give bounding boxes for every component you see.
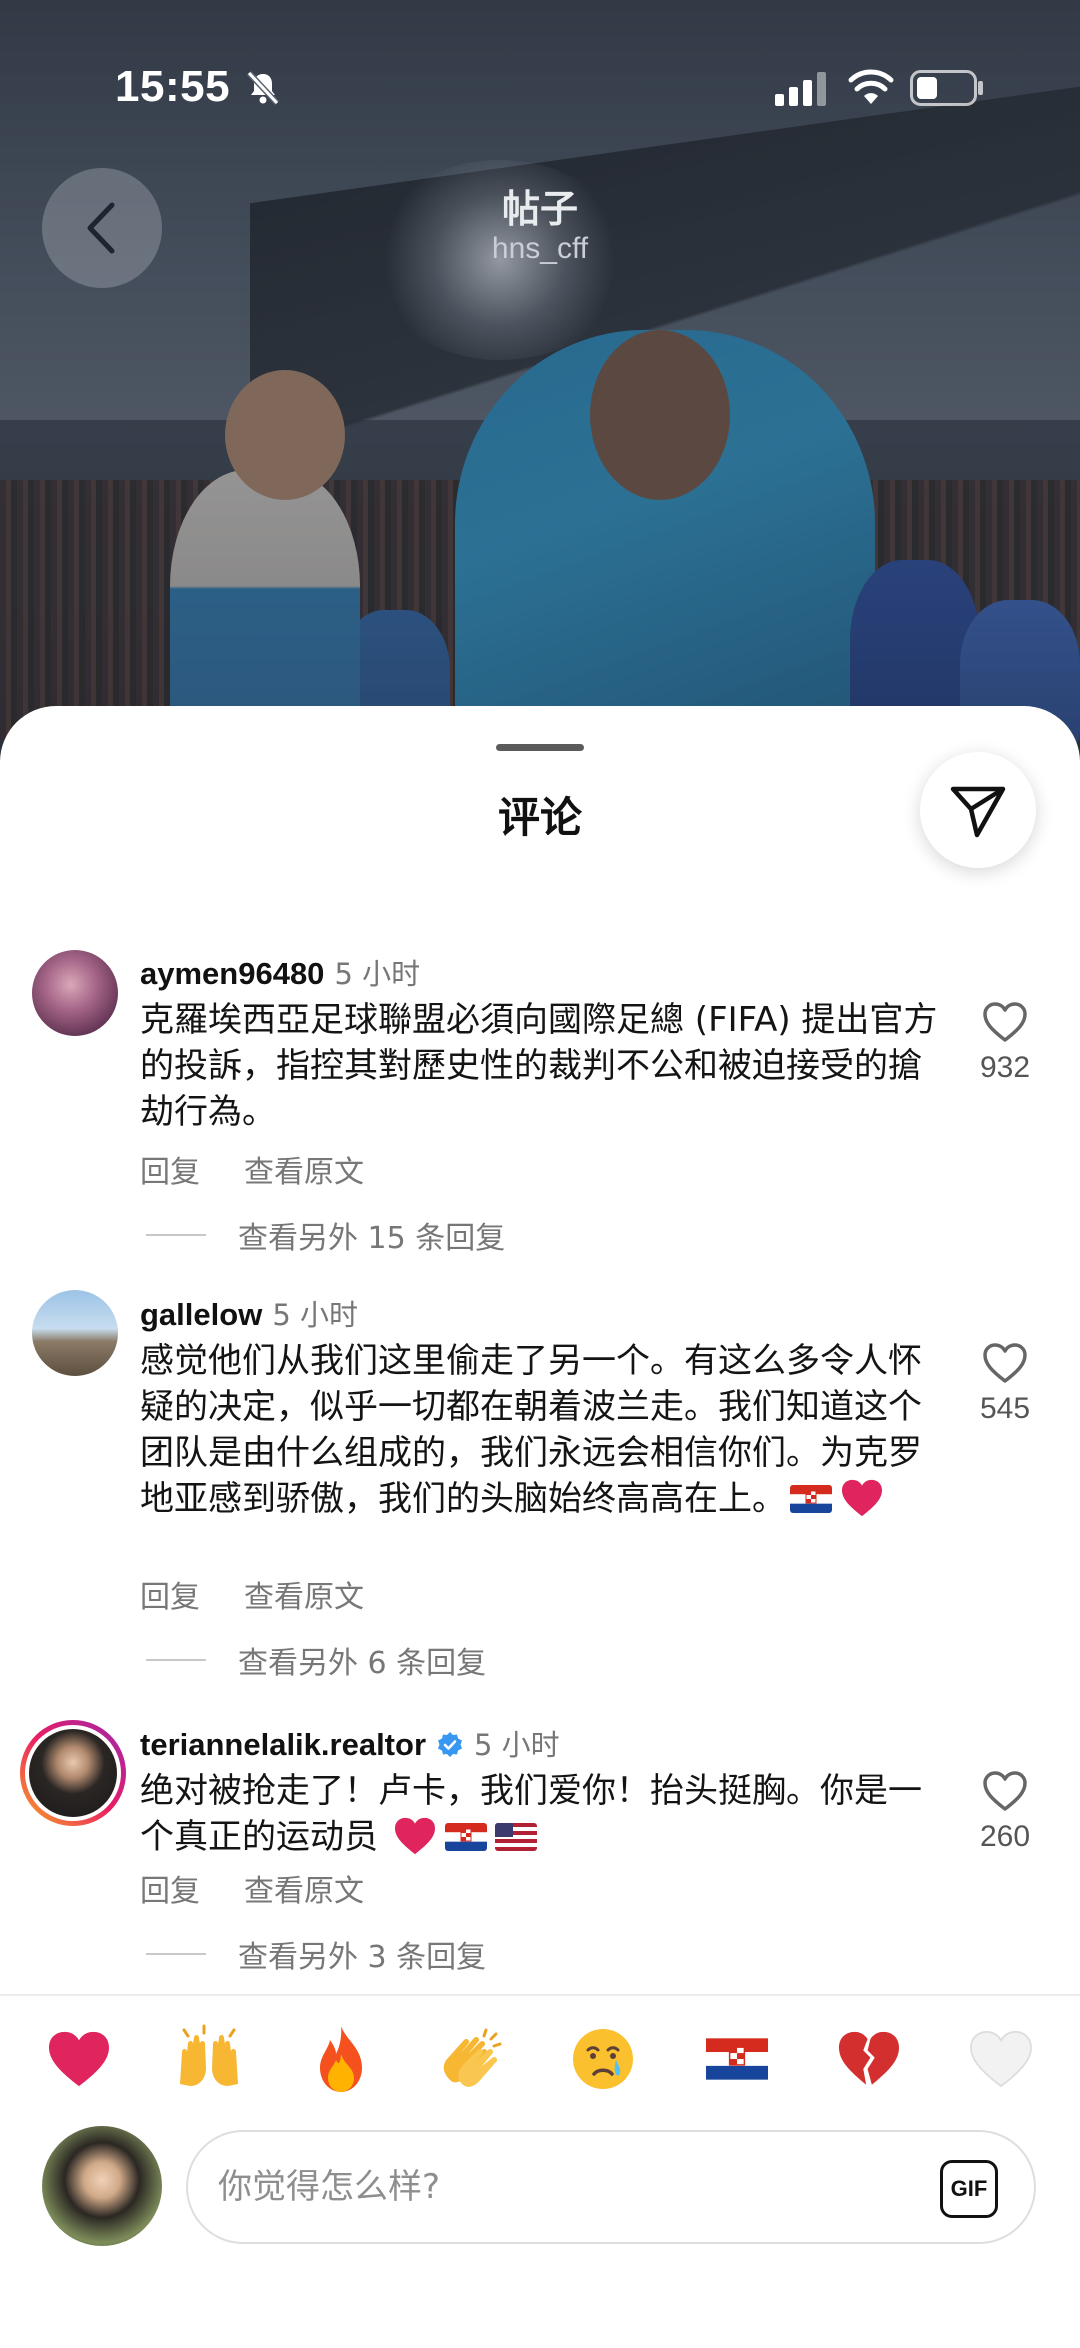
clapping-hands-icon — [443, 2028, 502, 2087]
red-heart-icon — [49, 2031, 109, 2087]
comment-time: 5 小时 — [272, 1298, 358, 1332]
view-original-button[interactable]: 查看原文 — [244, 1580, 364, 1615]
verified-badge-icon — [438, 1732, 463, 1757]
current-user-avatar — [42, 2126, 162, 2246]
status-time: 15:55 — [115, 62, 231, 111]
white-heart-icon — [970, 2030, 1032, 2088]
view-more-replies[interactable]: 查看另外 15 条回复 — [146, 1213, 505, 1257]
like-count: 545 — [979, 1392, 1031, 1425]
comments-title: 评论 — [497, 793, 582, 842]
cellular-signal-icon — [775, 72, 826, 106]
avatar[interactable] — [32, 1290, 118, 1376]
croatia-flag-icon — [790, 1485, 832, 1513]
like-count: 932 — [979, 1051, 1031, 1084]
react-clapping-hands[interactable] — [436, 2024, 506, 2094]
avatar-story-ring[interactable] — [20, 1720, 126, 1826]
view-original-button[interactable]: 查看原文 — [244, 1874, 364, 1909]
comment-time: 5 小时 — [334, 957, 421, 991]
page-title: 帖子 — [501, 187, 578, 231]
comment-text: 克羅埃西亞足球聯盟必須向國際足總 (FIFA) 提出官方的投訴，指控其對歷史性的… — [140, 1000, 938, 1132]
comment-username[interactable]: gallelow 5 小时 — [140, 1292, 358, 1334]
comment-item: aymen96480 5 小时 克羅埃西亞足球聯盟必須向國際足總 (FIFA) 提… — [0, 945, 1080, 1256]
share-button[interactable] — [920, 752, 1036, 868]
raising-hands-icon — [180, 2024, 238, 2086]
drag-handle[interactable] — [496, 744, 584, 751]
croatia-flag-icon — [706, 2038, 768, 2080]
usa-flag-icon — [494, 1823, 537, 1851]
comment-input[interactable] — [218, 2152, 858, 2222]
view-more-replies[interactable]: 查看另外 6 条回复 — [146, 1638, 486, 1682]
heart-outline-icon — [983, 1002, 1027, 1042]
reply-button[interactable]: 回复 — [140, 1874, 200, 1909]
view-original-button[interactable]: 查看原文 — [244, 1155, 364, 1190]
comment-username[interactable]: teriannelalik.realtor 5 小时 — [140, 1722, 560, 1764]
red-heart-icon — [842, 1479, 882, 1517]
gif-button[interactable]: GIF — [940, 2160, 998, 2218]
reply-button[interactable]: 回复 — [140, 1580, 200, 1615]
comment-composer: GIF — [186, 2130, 1036, 2244]
react-red-heart[interactable] — [44, 2024, 114, 2094]
avatar[interactable] — [32, 950, 118, 1036]
status-bar: 15:55 — [0, 0, 1080, 130]
crying-face-icon — [573, 2029, 633, 2089]
send-icon — [950, 786, 1006, 838]
react-broken-heart[interactable] — [834, 2024, 904, 2094]
heart-outline-icon — [983, 1771, 1027, 1811]
battery-icon — [910, 70, 983, 106]
comment-text: 感觉他们从我们这里偷走了另一个。有这么多令人怀疑的决定，似乎一切都在朝着波兰走。… — [140, 1341, 922, 1519]
comment-actions: 回复 查看原文 — [140, 1147, 408, 1191]
heart-outline-icon — [983, 1343, 1027, 1383]
like-count: 260 — [979, 1820, 1031, 1853]
reply-button[interactable]: 回复 — [140, 1155, 200, 1190]
comment-username[interactable]: aymen96480 5 小时 — [140, 951, 420, 993]
quick-reactions-bar — [0, 1994, 1080, 2094]
like-button[interactable]: 260 — [960, 1770, 1050, 1854]
react-raising-hands[interactable] — [174, 2024, 244, 2094]
react-fire[interactable] — [306, 2024, 376, 2094]
view-more-replies[interactable]: 查看另外 3 条回复 — [146, 1932, 486, 1976]
comment-time: 5 小时 — [474, 1728, 560, 1762]
comment-item: teriannelalik.realtor 5 小时 绝对被抢走了！卢卡，我们爱你… — [0, 1714, 1080, 1984]
broken-heart-icon — [839, 2031, 899, 2085]
react-white-heart[interactable] — [966, 2024, 1036, 2094]
comment-item: gallelow 5 小时 感觉他们从我们这里偷走了另一个。有这么多令人怀疑的决定… — [0, 1286, 1080, 1686]
like-button[interactable]: 545 — [960, 1342, 1050, 1426]
fire-icon — [320, 2026, 362, 2092]
bell-muted-icon — [246, 70, 280, 106]
react-crying-face[interactable] — [568, 2024, 638, 2094]
comment-actions: 回复 查看原文 — [140, 1866, 408, 1910]
like-button[interactable]: 932 — [960, 1001, 1050, 1085]
croatia-flag-icon — [444, 1823, 487, 1851]
comment-text: 绝对被抢走了！卢卡，我们爱你！抬头挺胸。你是一个真正的运动员 — [140, 1771, 922, 1857]
red-heart-icon — [394, 1817, 435, 1855]
wifi-icon — [848, 69, 894, 104]
comment-actions: 回复 查看原文 — [140, 1572, 408, 1616]
gif-label: GIF — [950, 2176, 988, 2201]
react-croatia-flag[interactable] — [702, 2024, 772, 2094]
post-author[interactable]: hns_cff — [0, 232, 1080, 266]
